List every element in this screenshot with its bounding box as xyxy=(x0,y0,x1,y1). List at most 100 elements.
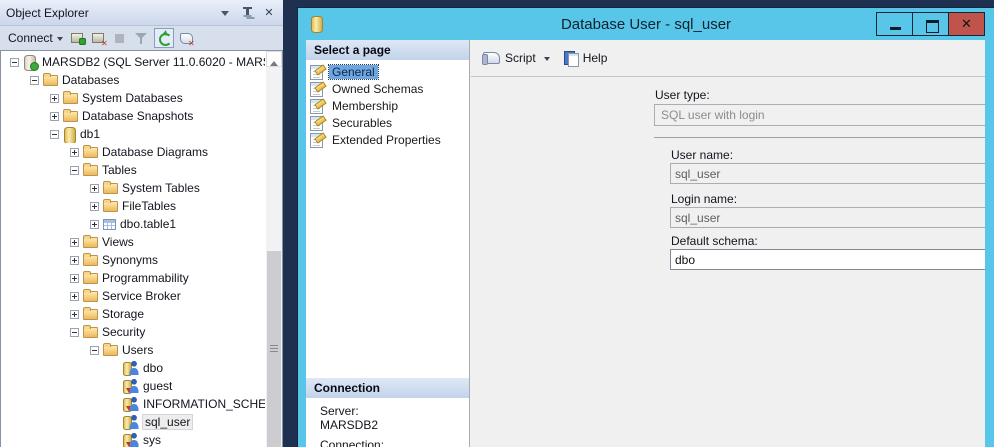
server-value: MARSDB2 xyxy=(320,418,378,432)
folder-icon xyxy=(83,309,98,320)
object-explorer-toolbar: Connect xyxy=(0,26,283,50)
tree-scrollbar[interactable] xyxy=(266,51,282,447)
scrollbar-thumb[interactable] xyxy=(267,251,281,447)
page-item-general[interactable]: General xyxy=(310,63,467,80)
expand-icon[interactable] xyxy=(90,202,99,211)
page-icon xyxy=(310,65,324,78)
object-explorer-panel: Object Explorer ✕ Connect MARSDB2 (SQL S… xyxy=(0,0,283,447)
database-user-dialog: Database User - sql_user Select a page G… xyxy=(298,8,994,447)
connect-object-explorer-icon[interactable] xyxy=(70,30,86,46)
tree-item-information-schema[interactable]: INFORMATION_SCHEM xyxy=(2,395,265,413)
expand-icon[interactable] xyxy=(70,238,79,247)
connect-button[interactable]: Connect xyxy=(6,29,65,47)
expand-icon[interactable] xyxy=(50,94,59,103)
tree-item-tables[interactable]: Tables xyxy=(2,161,265,179)
close-button[interactable] xyxy=(948,12,985,36)
folder-icon xyxy=(63,93,78,104)
tree-item-dbo[interactable]: dbo xyxy=(2,359,265,377)
page-item-label: Securables xyxy=(329,116,395,130)
script-label: Script xyxy=(505,51,536,65)
tree-item-database-diagrams[interactable]: Database Diagrams xyxy=(2,143,265,161)
tree-item-label: Service Broker xyxy=(102,289,181,303)
folder-icon xyxy=(83,273,98,284)
tree-item-label: dbo.table1 xyxy=(120,217,176,231)
server-label: Server: xyxy=(320,404,359,418)
tree-item-label: Synonyms xyxy=(102,253,158,267)
expand-icon[interactable] xyxy=(70,256,79,265)
close-icon[interactable]: ✕ xyxy=(261,6,277,20)
window-controls xyxy=(877,12,985,36)
default-schema-label: Default schema: xyxy=(671,234,758,248)
tree-item-sys[interactable]: sys xyxy=(2,431,265,447)
refresh-icon[interactable] xyxy=(154,28,174,48)
tree-item-users[interactable]: Users xyxy=(2,341,265,359)
help-button[interactable]: Help xyxy=(560,48,612,68)
general-page-pane: Script Help User type: SQL user with log… xyxy=(471,40,985,447)
tree-item-label: Users xyxy=(122,343,153,357)
tree-item-databases[interactable]: Databases xyxy=(2,71,265,89)
filter-icon[interactable] xyxy=(133,30,149,46)
page-icon xyxy=(310,99,324,112)
page-item-owned-schemas[interactable]: Owned Schemas xyxy=(310,80,467,97)
collapse-icon[interactable] xyxy=(70,166,79,175)
collapse-icon[interactable] xyxy=(70,328,79,337)
dialog-titlebar[interactable]: Database User - sql_user xyxy=(298,8,994,40)
script-button[interactable]: Script xyxy=(479,48,540,68)
tree-item-label: Database Snapshots xyxy=(82,109,193,123)
collapse-icon[interactable] xyxy=(30,76,39,85)
script-error-icon[interactable] xyxy=(179,30,195,46)
tree-item-storage[interactable]: Storage xyxy=(2,305,265,323)
tree-item-label: Views xyxy=(102,235,134,249)
tree-item-guest[interactable]: guest xyxy=(2,377,265,395)
expand-icon[interactable] xyxy=(70,292,79,301)
collapse-icon[interactable] xyxy=(50,130,59,139)
folder-icon xyxy=(83,291,98,302)
scroll-up-icon[interactable] xyxy=(266,51,282,67)
tree-item-synonyms[interactable]: Synonyms xyxy=(2,251,265,269)
folder-icon xyxy=(83,165,98,176)
disconnect-icon[interactable] xyxy=(91,30,107,46)
tree-item-db1[interactable]: db1 xyxy=(2,125,265,143)
folder-icon xyxy=(103,201,118,212)
page-item-label: Extended Properties xyxy=(329,133,444,147)
tree-item-sql-user[interactable]: sql_user xyxy=(2,413,265,431)
tree-item-service-broker[interactable]: Service Broker xyxy=(2,287,265,305)
tree-item-system-tables[interactable]: System Tables xyxy=(2,179,265,197)
expand-icon[interactable] xyxy=(50,112,59,121)
user-disabled-icon xyxy=(123,397,139,412)
expand-icon[interactable] xyxy=(90,220,99,229)
window-position-menu-icon[interactable] xyxy=(217,6,233,20)
expand-icon[interactable] xyxy=(90,184,99,193)
tree-item-label: MARSDB2 (SQL Server 11.0.6020 - MARSD xyxy=(42,55,265,69)
tree-item-views[interactable]: Views xyxy=(2,233,265,251)
collapse-icon[interactable] xyxy=(90,346,99,355)
expand-icon[interactable] xyxy=(70,310,79,319)
folder-icon xyxy=(83,147,98,158)
page-icon xyxy=(310,133,324,146)
pin-icon[interactable] xyxy=(239,6,255,20)
tree-item-system-databases[interactable]: System Databases xyxy=(2,89,265,107)
page-item-extended-properties[interactable]: Extended Properties xyxy=(310,131,467,148)
user-icon xyxy=(123,361,139,376)
collapse-icon[interactable] xyxy=(10,58,19,67)
tree-item-label: guest xyxy=(143,379,172,393)
tree-item-server[interactable]: MARSDB2 (SQL Server 11.0.6020 - MARSD xyxy=(2,53,265,71)
script-icon xyxy=(483,52,500,64)
user-disabled-icon xyxy=(123,433,139,447)
page-item-securables[interactable]: Securables xyxy=(310,114,467,131)
tree-item-label: sql_user xyxy=(143,415,192,429)
maximize-button[interactable] xyxy=(912,12,949,36)
tree-item-filetables[interactable]: FileTables xyxy=(2,197,265,215)
default-schema-field[interactable] xyxy=(670,249,985,270)
minimize-button[interactable] xyxy=(876,12,913,36)
page-icon xyxy=(310,116,324,129)
help-icon xyxy=(564,51,578,65)
expand-icon[interactable] xyxy=(70,274,79,283)
page-item-membership[interactable]: Membership xyxy=(310,97,467,114)
chevron-down-icon[interactable] xyxy=(544,57,550,64)
tree-item-security[interactable]: Security xyxy=(2,323,265,341)
expand-icon[interactable] xyxy=(70,148,79,157)
tree-item-dbo-table1[interactable]: dbo.table1 xyxy=(2,215,265,233)
tree-item-programmability[interactable]: Programmability xyxy=(2,269,265,287)
tree-item-database-snapshots[interactable]: Database Snapshots xyxy=(2,107,265,125)
